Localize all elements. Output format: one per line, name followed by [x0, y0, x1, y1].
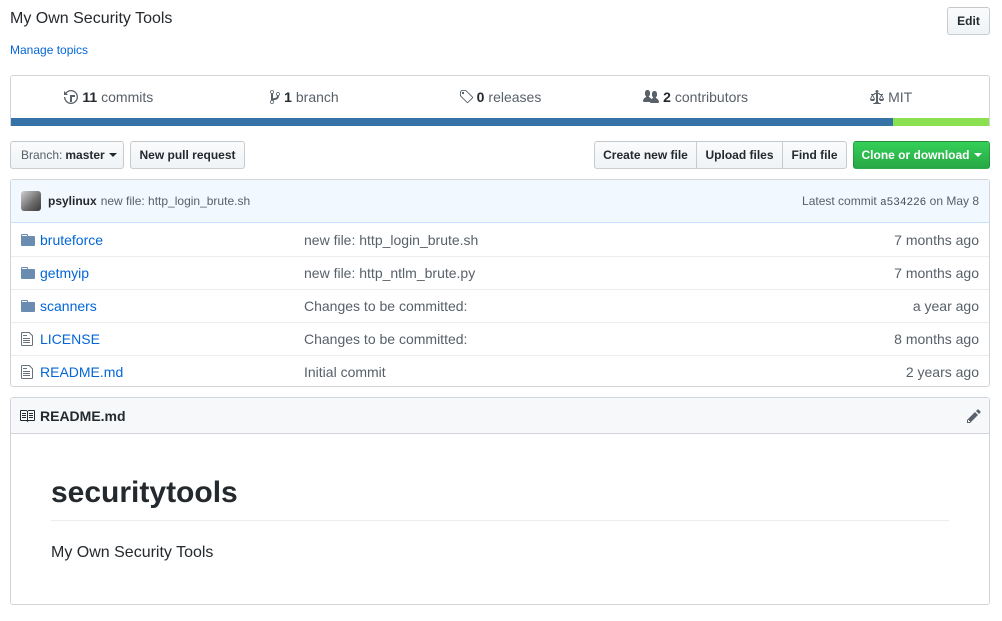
contributors-label: contributors	[674, 89, 749, 105]
law-icon	[870, 90, 885, 104]
folder-icon	[11, 232, 40, 248]
branches-link[interactable]: 1 branch	[207, 89, 403, 105]
find-file-button[interactable]: Find file	[782, 141, 847, 169]
file-commit-message[interactable]: Changes to be committed:	[304, 331, 849, 347]
avatar[interactable]	[21, 191, 41, 211]
file-name-link[interactable]: bruteforce	[40, 232, 304, 248]
commits-count: 11	[82, 89, 98, 105]
contributors-count: 2	[663, 89, 671, 105]
commit-date: on May 8	[929, 193, 979, 208]
manage-topics-link[interactable]: Manage topics	[10, 43, 88, 57]
file-age: 8 months ago	[894, 331, 979, 347]
file-age: 2 years ago	[905, 364, 979, 380]
language-bar[interactable]	[11, 118, 989, 126]
branch-label: branch	[295, 89, 339, 105]
file-row: README.md Initial commit 2 years ago	[11, 355, 989, 388]
branch-name: master	[65, 148, 105, 162]
file-commit-message[interactable]: Initial commit	[304, 364, 849, 380]
new-pull-request-button[interactable]: New pull request	[130, 141, 245, 169]
commit-sha[interactable]: a534226	[880, 197, 926, 209]
readme-heading: securitytools	[51, 476, 949, 521]
language-bar-segment[interactable]	[893, 118, 989, 126]
releases-count: 0	[476, 89, 485, 105]
file-icon	[11, 364, 40, 380]
license-link[interactable]: MIT	[793, 89, 989, 105]
caret-down-icon	[108, 153, 117, 157]
commit-message[interactable]: new file: http_login_brute.sh	[101, 194, 250, 208]
file-list: psylinux new file: http_login_brute.sh L…	[10, 179, 990, 387]
create-new-file-button[interactable]: Create new file	[594, 141, 697, 169]
folder-icon	[11, 265, 40, 281]
history-icon	[64, 90, 79, 104]
people-icon	[643, 90, 660, 103]
file-name-link[interactable]: LICENSE	[40, 331, 304, 347]
readme-filename: README.md	[40, 407, 126, 424]
readme-panel: README.md securitytools My Own Security …	[10, 397, 990, 605]
branch-prefix: Branch:	[21, 148, 63, 162]
license-label: MIT	[888, 89, 913, 105]
upload-files-button[interactable]: Upload files	[696, 141, 783, 169]
repo-description: My Own Security Tools	[10, 10, 173, 27]
clone-or-download-button[interactable]: Clone or download	[853, 141, 990, 169]
contributors-link[interactable]: 2 contributors	[598, 89, 794, 105]
file-row: getmyip new file: http_ntlm_brute.py 7 mon…	[11, 256, 989, 289]
pencil-icon[interactable]	[967, 408, 981, 424]
file-name-link[interactable]: getmyip	[40, 265, 304, 281]
book-icon	[19, 408, 35, 424]
tag-icon	[459, 90, 473, 104]
branch-icon	[270, 89, 281, 104]
file-age: 7 months ago	[894, 265, 979, 281]
branch-count: 1	[284, 89, 292, 105]
edit-button[interactable]: Edit	[947, 7, 990, 35]
caret-down-icon	[973, 153, 982, 157]
file-commit-message[interactable]: Changes to be committed:	[304, 298, 849, 314]
file-row: scanners Changes to be committed: a year a…	[11, 289, 989, 322]
latest-commit-prefix: Latest commit	[802, 193, 877, 208]
file-commit-message[interactable]: new file: http_login_brute.sh	[304, 232, 849, 248]
file-name-link[interactable]: scanners	[40, 298, 304, 314]
repo-summary: 11 commits 1 branch 0 releases 2 contrib…	[10, 75, 990, 126]
commit-author[interactable]: psylinux	[48, 194, 97, 208]
releases-label: releases	[488, 89, 542, 105]
file-commit-message[interactable]: new file: http_ntlm_brute.py	[304, 265, 849, 281]
commits-label: commits	[101, 89, 154, 105]
folder-icon	[11, 298, 40, 314]
file-name-link[interactable]: README.md	[40, 364, 304, 380]
latest-commit-bar: psylinux new file: http_login_brute.sh L…	[11, 180, 989, 223]
readme-header: README.md	[11, 398, 989, 434]
branch-select-button[interactable]: Branch: master	[10, 141, 124, 169]
file-age: 7 months ago	[894, 231, 979, 248]
readme-body: My Own Security Tools	[51, 544, 214, 561]
language-bar-segment[interactable]	[11, 118, 894, 126]
file-row: LICENSE Changes to be committed: 8 months …	[11, 322, 989, 355]
commits-link[interactable]: 11 commits	[11, 89, 207, 105]
releases-link[interactable]: 0 releases	[402, 89, 598, 105]
file-icon	[11, 331, 40, 347]
file-row: bruteforce new file: http_login_brute.sh 7…	[11, 223, 989, 256]
clone-label: Clone or download	[861, 148, 970, 162]
latest-commit-info: Latest commit a534226 on May 8	[802, 194, 979, 209]
file-age: a year ago	[912, 298, 979, 314]
